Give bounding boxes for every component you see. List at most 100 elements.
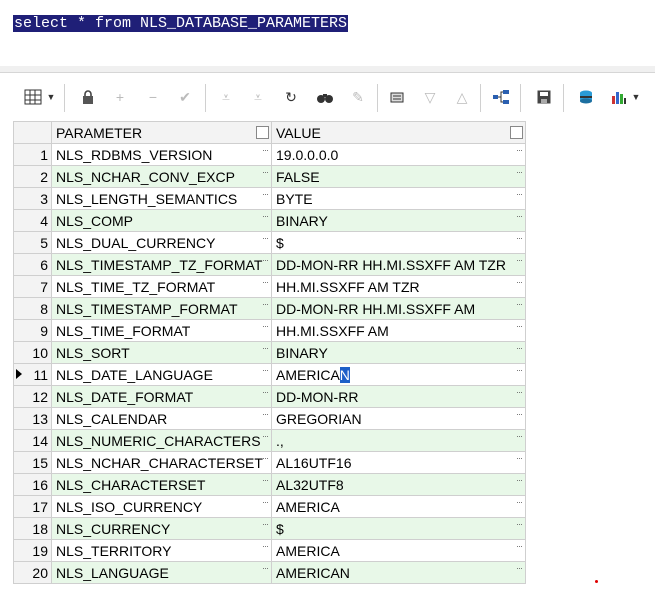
row-number[interactable]: 5 (13, 231, 52, 254)
cell-value[interactable]: AMERICA ··· (271, 495, 526, 518)
cell-ellipsis-button[interactable]: ··· (262, 321, 269, 331)
down-icon[interactable]: ▽ (419, 86, 441, 108)
cell-parameter[interactable]: NLS_CURRENCY ··· (51, 517, 272, 540)
row-number[interactable]: 12 (13, 385, 52, 408)
cell-parameter[interactable]: NLS_COMP ··· (51, 209, 272, 232)
cell-ellipsis-button[interactable]: ··· (516, 189, 523, 199)
row-number[interactable]: 14 (13, 429, 52, 452)
row-number[interactable]: 10 (13, 341, 52, 364)
cell-value[interactable]: AL16UTF16 ··· (271, 451, 526, 474)
table-row[interactable]: 2 NLS_NCHAR_CONV_EXCP ··· FALSE ··· (13, 165, 526, 188)
cell-ellipsis-button[interactable]: ··· (516, 145, 523, 155)
cell-parameter[interactable]: NLS_TERRITORY ··· (51, 539, 272, 562)
cell-ellipsis-button[interactable]: ··· (516, 343, 523, 353)
cell-value[interactable]: DD-MON-RR HH.MI.SSXFF AM ··· (271, 297, 526, 320)
cell-value[interactable]: AL32UTF8 ··· (271, 473, 526, 496)
cell-ellipsis-button[interactable]: ··· (262, 497, 269, 507)
cell-parameter[interactable]: NLS_DATE_FORMAT ··· (51, 385, 272, 408)
cell-parameter[interactable]: NLS_NCHAR_CHARACTERSET ··· (51, 451, 272, 474)
cell-ellipsis-button[interactable]: ··· (262, 431, 269, 441)
table-row[interactable]: 6 NLS_TIMESTAMP_TZ_FORMAT ··· DD-MON-RR HH.… (13, 253, 526, 276)
cell-ellipsis-button[interactable]: ··· (262, 233, 269, 243)
add-icon[interactable]: + (109, 86, 131, 108)
cell-parameter[interactable]: NLS_NUMERIC_CHARACTERS ··· (51, 429, 272, 452)
table-row[interactable]: 1 NLS_RDBMS_VERSION ··· 19.0.0.0.0 ··· (13, 143, 526, 166)
cell-ellipsis-button[interactable]: ··· (516, 519, 523, 529)
row-number[interactable]: 16 (13, 473, 52, 496)
row-number[interactable]: 8 (13, 297, 52, 320)
cell-value[interactable]: BINARY ··· (271, 341, 526, 364)
last-icon[interactable]: ⩡ (247, 86, 269, 108)
cell-value[interactable]: AMERICAN ··· (271, 561, 526, 584)
row-number[interactable]: 17 (13, 495, 52, 518)
cell-value[interactable]: DD-MON-RR HH.MI.SSXFF AM TZR ··· (271, 253, 526, 276)
cell-ellipsis-button[interactable]: ··· (516, 255, 523, 265)
table-row[interactable]: 8 NLS_TIMESTAMP_FORMAT ··· DD-MON-RR HH.MI.… (13, 297, 526, 320)
cell-ellipsis-button[interactable]: ··· (516, 167, 523, 177)
cell-value[interactable]: DD-MON-RR ··· (271, 385, 526, 408)
table-row[interactable]: 3 NLS_LENGTH_SEMANTICS ··· BYTE ··· (13, 187, 526, 210)
cell-ellipsis-button[interactable]: ··· (516, 365, 523, 375)
save-icon[interactable] (533, 86, 555, 108)
cell-ellipsis-button[interactable]: ··· (516, 277, 523, 287)
table-row[interactable]: 11 NLS_DATE_LANGUAGE ··· AMERICAN ··· (13, 363, 526, 386)
cell-parameter[interactable]: NLS_TIME_FORMAT ··· (51, 319, 272, 342)
cell-parameter[interactable]: NLS_CHARACTERSET ··· (51, 473, 272, 496)
sql-text[interactable]: select * from NLS_DATABASE_PARAMETERS (13, 15, 349, 32)
cell-ellipsis-button[interactable]: ··· (516, 497, 523, 507)
table-row[interactable]: 13 NLS_CALENDAR ··· GREGORIAN ··· (13, 407, 526, 430)
cell-ellipsis-button[interactable]: ··· (516, 321, 523, 331)
row-number[interactable]: 18 (13, 517, 52, 540)
cell-ellipsis-button[interactable]: ··· (262, 277, 269, 287)
dropdown-icon[interactable]: ▼ (631, 86, 641, 108)
cell-ellipsis-button[interactable]: ··· (262, 365, 269, 375)
cell-ellipsis-button[interactable]: ··· (262, 167, 269, 177)
cell-parameter[interactable]: NLS_TIMESTAMP_FORMAT ··· (51, 297, 272, 320)
cell-parameter[interactable]: NLS_LENGTH_SEMANTICS ··· (51, 187, 272, 210)
row-number[interactable]: 9 (13, 319, 52, 342)
cell-parameter[interactable]: NLS_CALENDAR ··· (51, 407, 272, 430)
up-icon[interactable]: △ (451, 86, 473, 108)
cell-ellipsis-button[interactable]: ··· (516, 211, 523, 221)
table-row[interactable]: 7 NLS_TIME_TZ_FORMAT ··· HH.MI.SSXFF AM TZR… (13, 275, 526, 298)
table-row[interactable]: 19 NLS_TERRITORY ··· AMERICA ··· (13, 539, 526, 562)
splitter[interactable] (0, 66, 655, 73)
row-number[interactable]: 15 (13, 451, 52, 474)
column-menu-button[interactable] (510, 126, 523, 139)
cell-parameter[interactable]: NLS_RDBMS_VERSION ··· (51, 143, 272, 166)
clear-icon[interactable]: ✎ (347, 86, 369, 108)
cell-value[interactable]: GREGORIAN ··· (271, 407, 526, 430)
cell-ellipsis-button[interactable]: ··· (262, 387, 269, 397)
table-row[interactable]: 5 NLS_DUAL_CURRENCY ··· $ ··· (13, 231, 526, 254)
cell-ellipsis-button[interactable]: ··· (262, 563, 269, 573)
table-row[interactable]: 14 NLS_NUMERIC_CHARACTERS ···., ··· (13, 429, 526, 452)
cell-parameter[interactable]: NLS_SORT ··· (51, 341, 272, 364)
cell-value[interactable]: $ ··· (271, 517, 526, 540)
table-row[interactable]: 9 NLS_TIME_FORMAT ··· HH.MI.SSXFF AM ··· (13, 319, 526, 342)
row-number[interactable]: 1 (13, 143, 52, 166)
row-number[interactable]: 20 (13, 561, 52, 584)
cell-value[interactable]: 19.0.0.0.0 ··· (271, 143, 526, 166)
cell-ellipsis-button[interactable]: ··· (262, 255, 269, 265)
cell-parameter[interactable]: NLS_DUAL_CURRENCY ··· (51, 231, 272, 254)
row-number[interactable]: 11 (13, 363, 52, 386)
cell-ellipsis-button[interactable]: ··· (262, 189, 269, 199)
cell-value[interactable]: HH.MI.SSXFF AM TZR ··· (271, 275, 526, 298)
cell-ellipsis-button[interactable]: ··· (262, 541, 269, 551)
table-row[interactable]: 4 NLS_COMP ··· BINARY ··· (13, 209, 526, 232)
cell-ellipsis-button[interactable]: ··· (516, 475, 523, 485)
search-icon[interactable] (314, 86, 336, 108)
cell-ellipsis-button[interactable]: ··· (262, 299, 269, 309)
cell-ellipsis-button[interactable]: ··· (516, 563, 523, 573)
dropdown-icon[interactable]: ▼ (46, 86, 56, 108)
cell-ellipsis-button[interactable]: ··· (262, 145, 269, 155)
cell-ellipsis-button[interactable]: ··· (516, 233, 523, 243)
cell-ellipsis-button[interactable]: ··· (262, 409, 269, 419)
sql-editor[interactable]: select * from NLS_DATABASE_PARAMETERS (0, 0, 655, 67)
first-icon[interactable]: ⩡ (215, 86, 237, 108)
cell-parameter[interactable]: NLS_DATE_LANGUAGE ··· (51, 363, 272, 386)
table-row[interactable]: 18 NLS_CURRENCY ··· $ ··· (13, 517, 526, 540)
cell-ellipsis-button[interactable]: ··· (516, 387, 523, 397)
lock-icon[interactable] (77, 86, 99, 108)
export-icon[interactable] (386, 86, 408, 108)
